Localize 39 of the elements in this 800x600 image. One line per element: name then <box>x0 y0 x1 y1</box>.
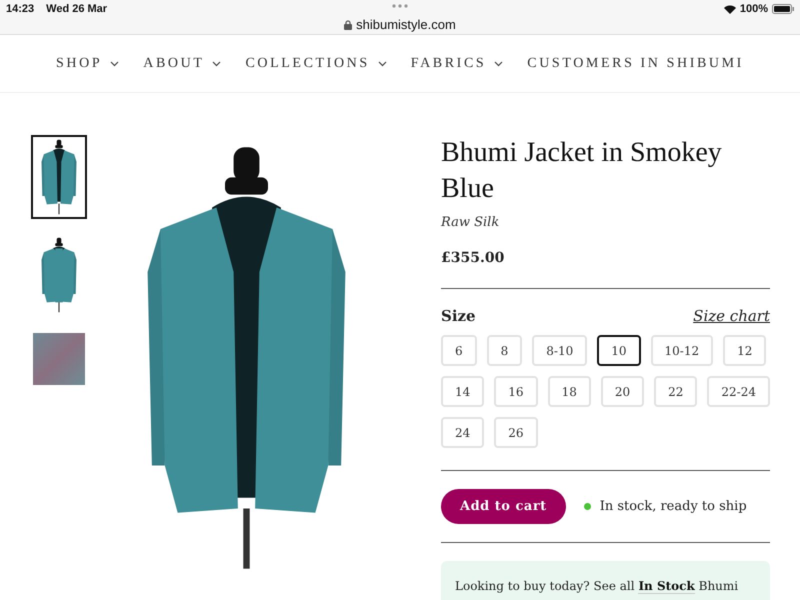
fabric-name: Raw Silk <box>441 215 500 230</box>
size-option[interactable]: 20 <box>600 376 644 407</box>
clock-time: 14:23 <box>6 3 34 15</box>
size-option[interactable]: 14 <box>441 376 484 407</box>
size-option[interactable]: 12 <box>723 335 766 366</box>
size-option[interactable]: 18 <box>548 376 591 407</box>
fabric-swatch-photo <box>33 333 85 385</box>
nav-link[interactable]: SHOP <box>56 56 120 72</box>
size-option[interactable]: 22 <box>654 376 698 407</box>
size-option[interactable]: 10-12 <box>650 335 714 366</box>
url-text[interactable]: shibumistyle.com <box>356 17 456 32</box>
notice-text: Looking to buy today? See all In Stock Bhumi <box>455 579 738 594</box>
add-to-cart-button[interactable]: Add to cart <box>441 489 566 524</box>
in-stock-link[interactable]: In Stock <box>638 579 695 594</box>
size-chart-link[interactable]: Size chart <box>693 307 770 325</box>
size-option[interactable]: 22-24 <box>707 376 770 407</box>
size-option[interactable]: 6 <box>441 335 477 366</box>
battery-icon <box>772 4 794 14</box>
lock-icon <box>344 20 352 30</box>
size-option[interactable]: 8 <box>486 335 522 366</box>
size-option[interactable]: 8-10 <box>532 335 588 366</box>
date-text: Wed 26 Mar <box>46 3 108 15</box>
nav-link[interactable]: COLLECTIONS <box>245 56 387 72</box>
size-option[interactable]: 26 <box>494 417 538 448</box>
battery-percent: 100% <box>740 3 768 15</box>
thumbnail[interactable] <box>31 135 87 219</box>
wifi-icon <box>724 4 736 14</box>
size-option[interactable]: 10 <box>597 335 641 366</box>
more-dots-icon[interactable] <box>392 4 408 8</box>
size-option[interactable]: 24 <box>441 417 484 448</box>
size-label: Size <box>441 307 476 325</box>
nav-link[interactable]: FABRICS <box>410 56 504 72</box>
thumbnail[interactable] <box>31 331 87 387</box>
size-option[interactable]: 16 <box>494 376 538 407</box>
nav-link[interactable]: ABOUT <box>143 56 222 72</box>
product-title: Bhumi Jacket in Smokey Blue <box>441 136 723 206</box>
stock-status-text: In stock, ready to ship <box>600 499 747 514</box>
nav-link[interactable]: CUSTOMERS IN SHIBUMI <box>527 56 744 72</box>
product-price: £355.00 <box>441 250 506 266</box>
